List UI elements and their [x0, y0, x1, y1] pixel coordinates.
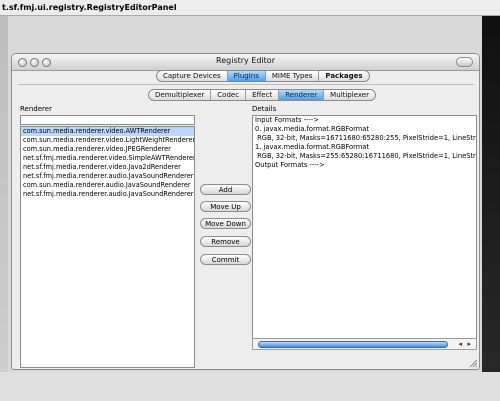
resize-grip-icon[interactable]	[468, 358, 478, 368]
window-title: Registry Editor	[216, 56, 275, 65]
details-line: Output Formats ---->	[255, 161, 325, 169]
details-line: RGB, 32-bit, Masks=16711680:65280:255, P…	[255, 134, 477, 142]
add-button[interactable]: Add	[200, 184, 251, 195]
details-line: RGB, 32-bit, Masks=255:65280:16711680, P…	[255, 152, 477, 160]
list-item[interactable]: com.sun.media.renderer.video.JPEGRendere…	[21, 145, 194, 154]
right-dark-edge	[482, 16, 500, 401]
tab-panel-divider	[18, 84, 474, 85]
details-line: 0. javax.media.format.RGBFormat	[255, 125, 369, 133]
list-item[interactable]: net.sf.fmj.media.renderer.video.Java2dRe…	[21, 163, 194, 172]
scroll-left-icon[interactable]: ◂	[458, 340, 462, 348]
scroll-right-icon[interactable]: ▸	[467, 340, 471, 348]
tab-capture-devices[interactable]: Capture Devices	[157, 71, 228, 81]
tab-multiplexer[interactable]: Multiplexer	[324, 90, 375, 100]
remove-button[interactable]: Remove	[200, 236, 251, 247]
renderer-label: Renderer	[20, 105, 52, 113]
list-item[interactable]: net.sf.fmj.media.renderer.audio.JavaSoun…	[21, 190, 194, 199]
left-shadow	[0, 16, 8, 401]
tab-demultiplexer[interactable]: Demultiplexer	[149, 90, 212, 100]
main-tabs: Capture Devices PlugIns MIME Types Packa…	[156, 70, 370, 82]
details-label: Details	[252, 105, 277, 113]
details-line: Input Formats ---->	[255, 116, 319, 124]
list-item[interactable]: net.sf.fmj.media.renderer.audio.JavaSoun…	[21, 172, 194, 181]
renderer-input[interactable]	[20, 115, 195, 125]
details-horizontal-scrollbar[interactable]: ◂ ▸	[252, 338, 477, 350]
outer-title: t.sf.fmj.ui.registry.RegistryEditorPanel	[0, 0, 500, 16]
list-item[interactable]: com.sun.media.renderer.audio.JavaSoundRe…	[21, 181, 194, 190]
details-text-area[interactable]: Input Formats ----> 0. javax.media.forma…	[252, 115, 477, 345]
move-up-button[interactable]: Move Up	[200, 201, 251, 212]
tab-packages[interactable]: Packages	[319, 71, 368, 81]
window-titlebar: Registry Editor	[12, 54, 479, 71]
move-down-button[interactable]: Move Down	[200, 218, 251, 229]
list-item[interactable]: com.sun.media.renderer.video.AWTRenderer	[21, 127, 194, 136]
scrollbar-thumb[interactable]	[258, 341, 448, 348]
commit-button[interactable]: Commit	[200, 254, 251, 265]
tab-plugins[interactable]: PlugIns	[227, 71, 266, 81]
tab-mime-types[interactable]: MIME Types	[266, 71, 320, 81]
tab-renderer[interactable]: Renderer	[279, 90, 325, 100]
tab-codec[interactable]: Codec	[211, 90, 247, 100]
plugin-subtabs: Demultiplexer Codec Effect Renderer Mult…	[148, 89, 376, 101]
tab-effect[interactable]: Effect	[246, 90, 280, 100]
renderer-list[interactable]: com.sun.media.renderer.video.AWTRenderer…	[20, 126, 195, 368]
registry-editor-window: Registry Editor Capture Devices PlugIns …	[11, 53, 480, 370]
details-line: 1. javax.media.format.RGBFormat	[255, 143, 369, 151]
list-item[interactable]: com.sun.media.renderer.video.LightWeight…	[21, 136, 194, 145]
list-item[interactable]: net.sf.fmj.media.renderer.video.SimpleAW…	[21, 154, 194, 163]
bottom-strip	[0, 372, 500, 401]
toolbar-toggle-icon[interactable]	[456, 57, 473, 67]
